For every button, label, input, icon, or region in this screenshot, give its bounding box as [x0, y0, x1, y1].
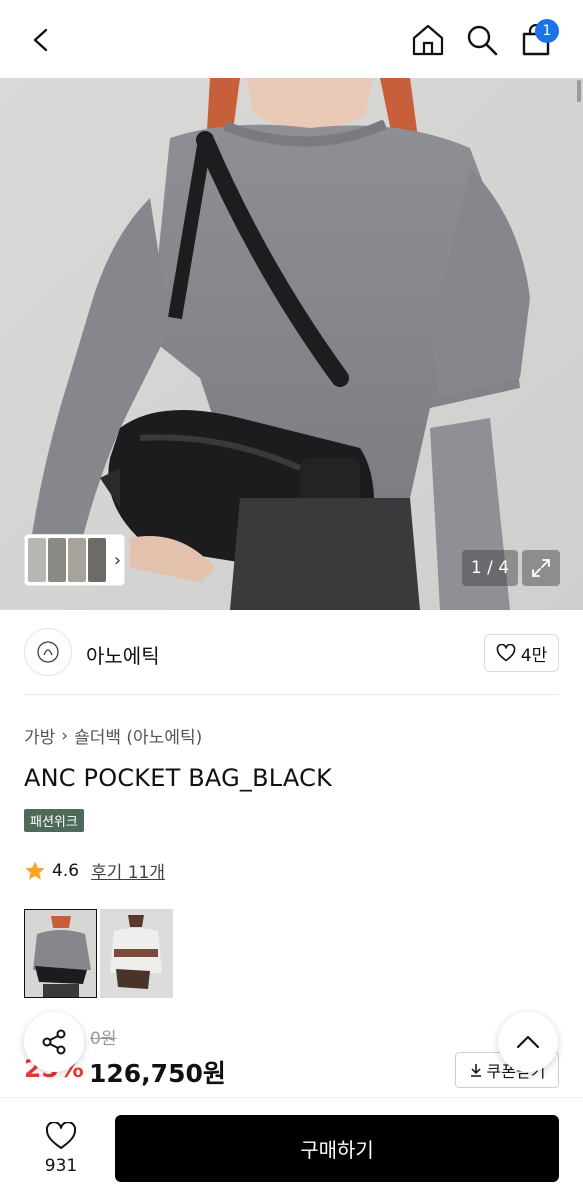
chevron-right-icon: ›: [113, 549, 122, 571]
gallery-thumbnail[interactable]: [67, 538, 86, 582]
star-icon: [25, 861, 45, 880]
breadcrumb-subcategory[interactable]: 숄더백 (아노에틱): [74, 723, 202, 748]
original-price: 0원: [90, 1029, 117, 1049]
search-icon: [467, 25, 498, 56]
wishlist-count: 931: [44, 1156, 78, 1176]
download-icon: [470, 1064, 481, 1077]
back-button[interactable]: [22, 20, 62, 60]
scroll-indicator[interactable]: [577, 80, 581, 102]
heart-icon: [45, 1122, 77, 1149]
gallery-page-counter: 1 / 4: [462, 550, 518, 586]
breadcrumb: 가방 › 숄더백 (아노에틱): [24, 723, 202, 749]
expand-icon: [532, 559, 550, 577]
option-thumbnail-image: [25, 910, 96, 997]
product-hero-image[interactable]: [0, 78, 583, 610]
brand-like-count: 4만: [520, 645, 548, 666]
brand-name[interactable]: 아노에틱: [86, 640, 160, 669]
search-button[interactable]: [462, 20, 502, 60]
rating-value: 4.6: [52, 860, 80, 881]
home-icon: [412, 24, 444, 56]
share-icon: [42, 1029, 66, 1055]
wishlist-button[interactable]: 931: [24, 1116, 98, 1182]
scroll-to-top-button[interactable]: [498, 1012, 558, 1072]
heart-icon: [496, 644, 516, 662]
gallery-thumbnail[interactable]: [47, 538, 66, 582]
sale-price: 126,750원: [89, 1059, 226, 1088]
reviews-link[interactable]: 후기 11개: [91, 858, 165, 883]
option-thumbnail[interactable]: [100, 909, 173, 998]
share-button[interactable]: [24, 1012, 84, 1072]
product-title: ANC POCKET BAG_BLACK: [24, 764, 333, 792]
brand-logo[interactable]: [24, 628, 72, 676]
brand-like-button[interactable]: 4만: [484, 634, 559, 672]
expand-image-button[interactable]: [522, 550, 560, 586]
option-thumbnail-image: [100, 909, 173, 998]
cart-count-badge: 1: [535, 19, 559, 43]
buy-button[interactable]: 구매하기: [115, 1115, 559, 1182]
home-button[interactable]: [408, 20, 448, 60]
option-thumbnail-selected[interactable]: [24, 909, 97, 998]
product-photo: [0, 78, 583, 610]
gallery-thumbnail-strip[interactable]: ›: [24, 534, 125, 586]
divider: [24, 694, 559, 695]
rating-row: 4.6 후기 11개: [24, 858, 165, 883]
chevron-right-icon: ›: [61, 725, 69, 746]
promo-badge: 패션위크: [24, 809, 84, 832]
brand-emblem-icon: [37, 641, 59, 663]
back-icon: [33, 28, 48, 52]
gallery-thumbnail[interactable]: [28, 538, 46, 582]
gallery-thumbnail[interactable]: [87, 538, 106, 582]
chevron-up-icon: [516, 1035, 540, 1049]
breadcrumb-category[interactable]: 가방: [24, 723, 55, 748]
